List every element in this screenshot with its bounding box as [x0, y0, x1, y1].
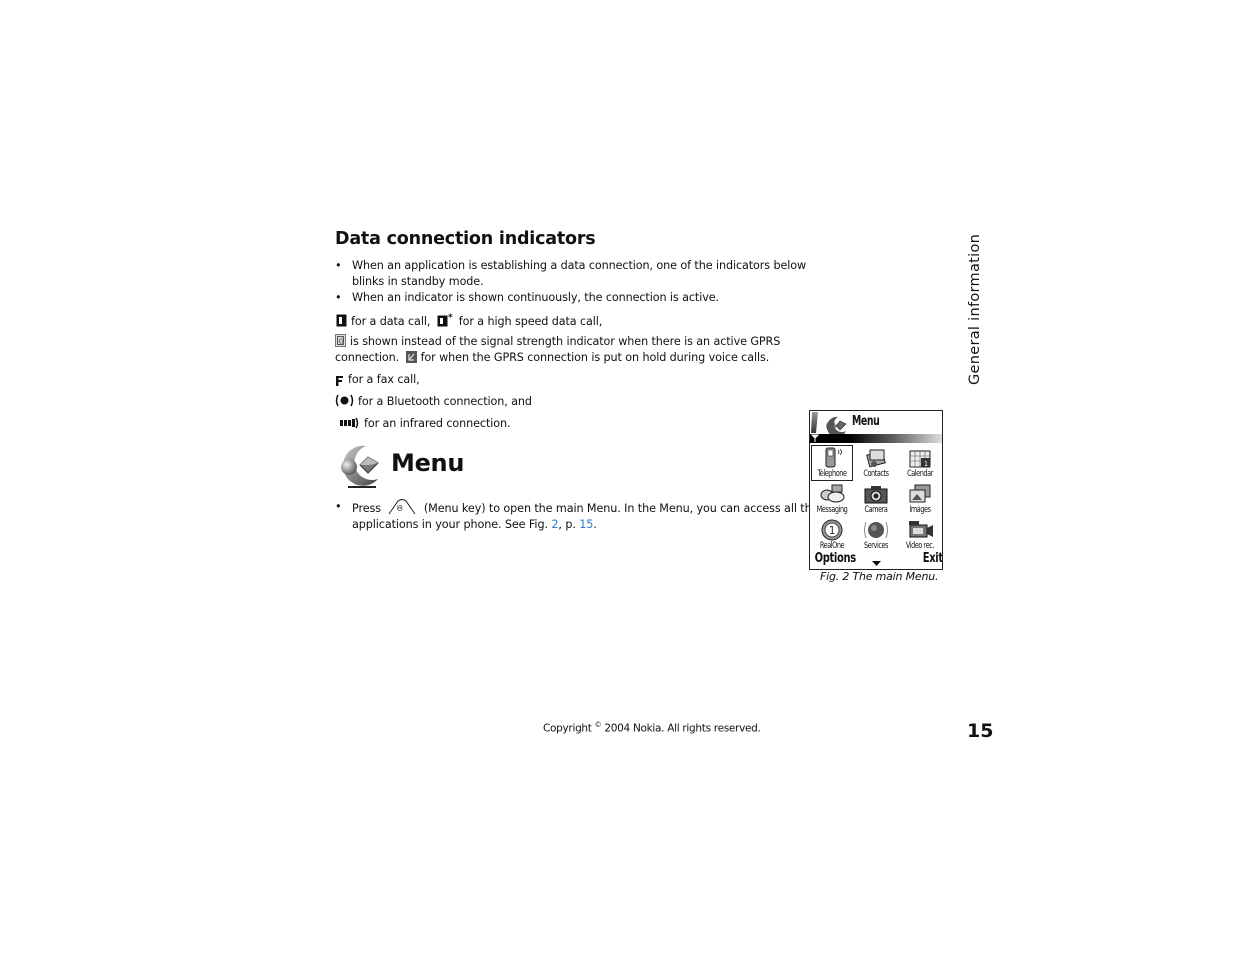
- menu-text-2: applications in your phone. See Fig.: [352, 518, 548, 531]
- chapter-side-tab: General information: [967, 233, 983, 385]
- bullet-item: • When an indicator is shown continuousl…: [335, 290, 806, 306]
- phone-menu-item-video-recorder[interactable]: Video rec.: [898, 517, 942, 553]
- menu-heading: Menu: [391, 449, 465, 477]
- figure-caption: Fig. 2 The main Menu.: [820, 570, 939, 583]
- phone-menu-item-images[interactable]: Images: [898, 481, 942, 517]
- phone-menu-label: RealOne: [819, 541, 845, 551]
- calendar-icon: 1: [909, 450, 931, 468]
- infrared-line: for an infrared connection.: [340, 416, 511, 432]
- phone-menu-item-realone[interactable]: 1 RealOne: [810, 517, 854, 553]
- gprs-hold-icon: [405, 351, 417, 363]
- bullet-item: • Press ଞ (Menu key) to open the main Me…: [335, 499, 818, 533]
- phone-menu-icon: [826, 416, 847, 434]
- video-recorder-icon: [909, 521, 933, 538]
- infrared-text: for an infrared connection.: [364, 417, 511, 430]
- high-speed-data-icon: *: [437, 313, 453, 327]
- menu-text: (Menu key) to open the main Menu. In the…: [423, 502, 819, 515]
- bullet-dot: •: [335, 259, 342, 272]
- phone-status-bar: [810, 434, 942, 443]
- phone-menu-item-messaging[interactable]: Messaging: [810, 481, 854, 517]
- menu-section-icon: [341, 445, 379, 488]
- svg-text:*: *: [448, 313, 453, 323]
- contacts-icon: [866, 449, 886, 468]
- phone-menu-item-services[interactable]: Services: [854, 517, 898, 553]
- antenna-icon: [811, 434, 819, 442]
- bullet-dot: •: [335, 500, 342, 513]
- data-call-text: for a data call,: [351, 315, 431, 328]
- fax-line: for a fax call,: [335, 372, 420, 388]
- phone-menu-label: Contacts: [863, 469, 889, 479]
- phone-menu-item-telephone[interactable]: Telephone: [811, 445, 853, 481]
- copyright-symbol: ©: [594, 721, 602, 729]
- page-prefix: , p.: [558, 518, 576, 531]
- copyright-text-2: 2004 Nokia. All rights reserved.: [604, 722, 761, 735]
- exit-softkey[interactable]: Exit: [923, 551, 942, 566]
- bullet-text: When an indicator is shown continuously,…: [352, 291, 719, 304]
- bullet-text: When an application is establishing a da…: [352, 259, 807, 272]
- svg-text:1: 1: [924, 460, 928, 468]
- page-link[interactable]: 15: [579, 518, 593, 531]
- svg-text:1: 1: [829, 524, 835, 537]
- section-heading: Data connection indicators: [335, 229, 596, 249]
- scroll-down-arrow-icon: [872, 561, 881, 566]
- messaging-icon: [820, 484, 845, 503]
- period: .: [593, 518, 597, 531]
- bullet-dot: •: [335, 291, 342, 304]
- bluetooth-text: for a Bluetooth connection, and: [358, 395, 532, 408]
- copyright-text: Copyright: [543, 722, 592, 735]
- copyright-notice: Copyright © 2004 Nokia. All rights reser…: [543, 721, 761, 735]
- options-softkey[interactable]: Options: [815, 551, 857, 566]
- bluetooth-icon: [335, 394, 354, 407]
- phone-menu-grid: Telephone Contacts 1 Calendar Messaging …: [810, 445, 942, 553]
- press-text: Press: [352, 502, 381, 515]
- svg-text:ଞ: ଞ: [397, 504, 403, 514]
- phone-menu-label: Camera: [864, 505, 888, 515]
- phone-menu-label: Telephone: [817, 469, 847, 479]
- phone-menu-label: Calendar: [907, 469, 933, 479]
- gprs-icon: G: [335, 334, 346, 347]
- menu-bullet: • Press ଞ (Menu key) to open the main Me…: [335, 499, 818, 533]
- services-icon: [864, 521, 888, 539]
- fax-text: for a fax call,: [348, 373, 420, 386]
- phone-menu-label: Services: [863, 541, 889, 551]
- gprs-line: G is shown instead of the signal strengt…: [335, 334, 780, 366]
- data-call-icon: [336, 314, 347, 327]
- gprs-text: is shown instead of the signal strength …: [350, 335, 781, 348]
- phone-menu-item-calendar[interactable]: 1 Calendar: [898, 445, 942, 481]
- phone-menu-label: Video rec.: [905, 541, 935, 551]
- gprs-hold-text: for when the GPRS connection is put on h…: [420, 351, 770, 364]
- bullet-text: blinks in standby mode.: [352, 275, 484, 288]
- images-icon: [909, 484, 931, 503]
- phone-menu-label: Images: [909, 505, 931, 515]
- phone-menu-label: Messaging: [816, 505, 848, 515]
- menu-key-icon: ଞ: [389, 499, 416, 515]
- bluetooth-line: for a Bluetooth connection, and: [335, 394, 532, 410]
- phone-screen-figure: Menu Telephone Contacts 1 Calendar Messa…: [809, 410, 943, 570]
- phone-menu-item-camera[interactable]: Camera: [854, 481, 898, 517]
- camera-icon: [864, 486, 888, 504]
- page-number: 15: [967, 720, 994, 742]
- telephone-icon: [825, 447, 842, 468]
- realone-icon: 1: [821, 519, 843, 541]
- svg-text:G: G: [338, 338, 343, 346]
- phone-title: Menu: [852, 414, 880, 429]
- signal-strength-icon: [811, 412, 818, 433]
- infrared-icon: [340, 417, 359, 429]
- data-call-line: for a data call, * for a high speed data…: [336, 313, 602, 330]
- fax-icon: [336, 376, 343, 386]
- bullet-item: • When an application is establishing a …: [335, 258, 806, 290]
- phone-menu-item-contacts[interactable]: Contacts: [854, 445, 898, 481]
- gprs-text-2: connection.: [335, 351, 400, 364]
- high-speed-text: for a high speed data call,: [458, 315, 603, 328]
- bullet-list: • When an application is establishing a …: [335, 258, 806, 306]
